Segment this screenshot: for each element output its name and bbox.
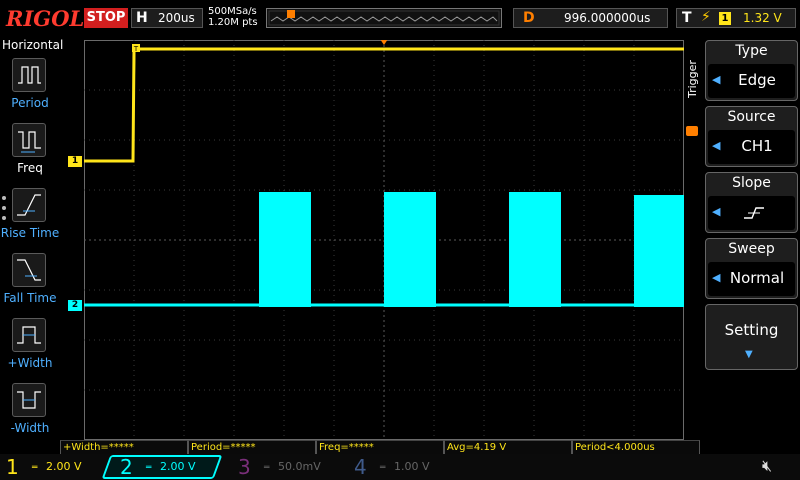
measure-period[interactable]: Period xyxy=(0,58,60,120)
trigger-slope-title: Slope xyxy=(732,175,771,191)
menu-page-dots xyxy=(2,196,6,226)
measurement-period-2[interactable]: Period<4.000us xyxy=(572,440,700,454)
down-arrow-icon: ▼ xyxy=(745,349,753,360)
dc-coupling-icon: ═ xyxy=(380,463,386,473)
measure-pos-width[interactable]: +Width xyxy=(0,318,60,380)
trigger-section-label: Trigger xyxy=(686,58,700,99)
left-arrow-icon: ◀ xyxy=(712,139,721,152)
memory-depth: 1.20M pts xyxy=(208,17,258,28)
measurement-avg[interactable]: Avg=4.19 V xyxy=(444,440,572,454)
measurement-freq[interactable]: Freq=***** xyxy=(316,440,444,454)
setting-label: Setting xyxy=(724,321,779,339)
ch4-number[interactable]: 4 xyxy=(354,454,367,480)
rising-slope-icon xyxy=(744,207,764,219)
trigger-type-title: Type xyxy=(735,43,768,59)
freq-icon xyxy=(12,123,46,157)
ch4-scale[interactable]: ═ 1.00 V xyxy=(374,457,452,477)
waveform-grid: T xyxy=(84,40,684,440)
trigger-sweep-title: Sweep xyxy=(728,241,775,257)
trigger-source-title: Source xyxy=(727,109,776,125)
trigger-type-value: Edge xyxy=(738,71,776,89)
measurement-bar: +Width=***** Period=***** Freq=***** Avg… xyxy=(60,440,700,454)
trigger-setting-button[interactable]: Setting ▼ xyxy=(705,304,798,370)
fall-time-icon xyxy=(12,253,46,287)
trigger-level: 1.32 V xyxy=(743,11,782,25)
freq-label: Freq xyxy=(17,161,43,175)
left-arrow-icon: ◀ xyxy=(712,271,721,284)
trigger-key: T xyxy=(682,10,692,26)
rising-edge-icon: ⚡ xyxy=(701,9,711,25)
trigger-delay[interactable]: D 996.000000us xyxy=(513,8,668,28)
dc-coupling-icon: ═ xyxy=(264,463,270,473)
neg-width-label: -Width xyxy=(10,421,50,435)
period-icon xyxy=(12,58,46,92)
top-status-bar: RIGOL STOP H 200us 500MSa/s 1.20M pts D … xyxy=(0,0,800,36)
ch1-number[interactable]: 1 xyxy=(6,454,19,480)
ch3-number[interactable]: 3 xyxy=(238,454,251,480)
svg-text:T: T xyxy=(133,45,139,53)
timebase-value: 200us xyxy=(158,11,195,25)
dc-coupling-icon: ═ xyxy=(32,463,38,473)
dc-coupling-icon: ═ xyxy=(146,463,152,473)
neg-width-icon xyxy=(12,383,46,417)
measure-rise-time[interactable]: Rise Time xyxy=(0,188,60,250)
ch2-burst-1 xyxy=(259,192,311,307)
trigger-level-marker[interactable] xyxy=(686,126,698,136)
brand-logo: RIGOL xyxy=(6,6,85,31)
ch1-scale[interactable]: ═ 2.00 V xyxy=(26,457,104,477)
timeline-waveform xyxy=(268,10,500,26)
pos-width-icon xyxy=(12,318,46,352)
trigger-source-button[interactable]: Source ◀ CH1 xyxy=(705,106,798,167)
acquisition-info: 500MSa/s 1.20M pts xyxy=(208,6,258,28)
measure-freq[interactable]: Freq xyxy=(0,123,60,185)
trigger-sweep-value: Normal xyxy=(729,269,785,287)
menu-title: Horizontal xyxy=(2,38,64,52)
trigger-channel-badge: 1 xyxy=(719,12,731,25)
sample-rate: 500MSa/s xyxy=(208,6,257,17)
delay-key: D xyxy=(523,10,535,26)
delay-value: 996.000000us xyxy=(564,11,651,25)
ch2-burst-3 xyxy=(509,192,561,307)
left-arrow-icon: ◀ xyxy=(712,205,721,218)
trigger-slope-button[interactable]: Slope ◀ xyxy=(705,172,798,233)
period-label: Period xyxy=(11,96,49,110)
ch2-scale[interactable]: ═ 2.00 V xyxy=(140,457,216,477)
trigger-type-button[interactable]: Type ◀ Edge xyxy=(705,40,798,101)
waveform-display[interactable]: T xyxy=(84,40,684,440)
ch2-burst-4 xyxy=(634,195,684,307)
measure-neg-width[interactable]: -Width xyxy=(0,383,60,445)
ch4-scale-value: 1.00 V xyxy=(394,460,430,473)
rise-time-label: Rise Time xyxy=(0,226,60,240)
ch1-ground-marker[interactable]: 1 xyxy=(68,156,82,167)
channel-bar: 1 ═ 2.00 V 2 ═ 2.00 V 3 ═ 50.0mV 4 ═ 1.00 V … xyxy=(0,454,800,480)
trigger-section-text: Trigger xyxy=(686,60,699,98)
measure-fall-time[interactable]: Fall Time xyxy=(0,253,60,315)
pos-width-label: +Width xyxy=(7,356,53,370)
horizontal-key: H xyxy=(136,10,148,26)
trigger-status[interactable]: T ⚡ 1 1.32 V xyxy=(676,8,796,28)
trigger-sweep-button[interactable]: Sweep ◀ Normal xyxy=(705,238,798,299)
speaker-mute-icon[interactable]: 🔇︎ xyxy=(762,456,772,476)
ch3-scale-value: 50.0mV xyxy=(278,460,321,473)
timeline-trigger-marker xyxy=(287,10,295,18)
measurement-period[interactable]: Period=***** xyxy=(188,440,316,454)
run-stop-indicator[interactable]: STOP xyxy=(84,8,128,28)
measurement-pos-width[interactable]: +Width=***** xyxy=(60,440,188,454)
ch2-ground-marker[interactable]: 2 xyxy=(68,300,82,311)
ch1-scale-value: 2.00 V xyxy=(46,460,82,473)
ch3-scale[interactable]: ═ 50.0mV xyxy=(258,457,336,477)
trigger-source-value: CH1 xyxy=(741,137,773,155)
ch2-scale-value: 2.00 V xyxy=(160,460,196,473)
ch2-burst-2 xyxy=(384,192,436,307)
rise-time-icon xyxy=(12,188,46,222)
ch2-number[interactable]: 2 xyxy=(120,454,133,480)
horizontal-timebase[interactable]: H 200us xyxy=(131,8,203,28)
fall-time-label: Fall Time xyxy=(3,291,57,305)
memory-timeline[interactable] xyxy=(266,8,502,28)
left-arrow-icon: ◀ xyxy=(712,73,721,86)
horizontal-measure-menu: Horizontal Period Freq Rise Time Fall Ti… xyxy=(0,36,64,440)
